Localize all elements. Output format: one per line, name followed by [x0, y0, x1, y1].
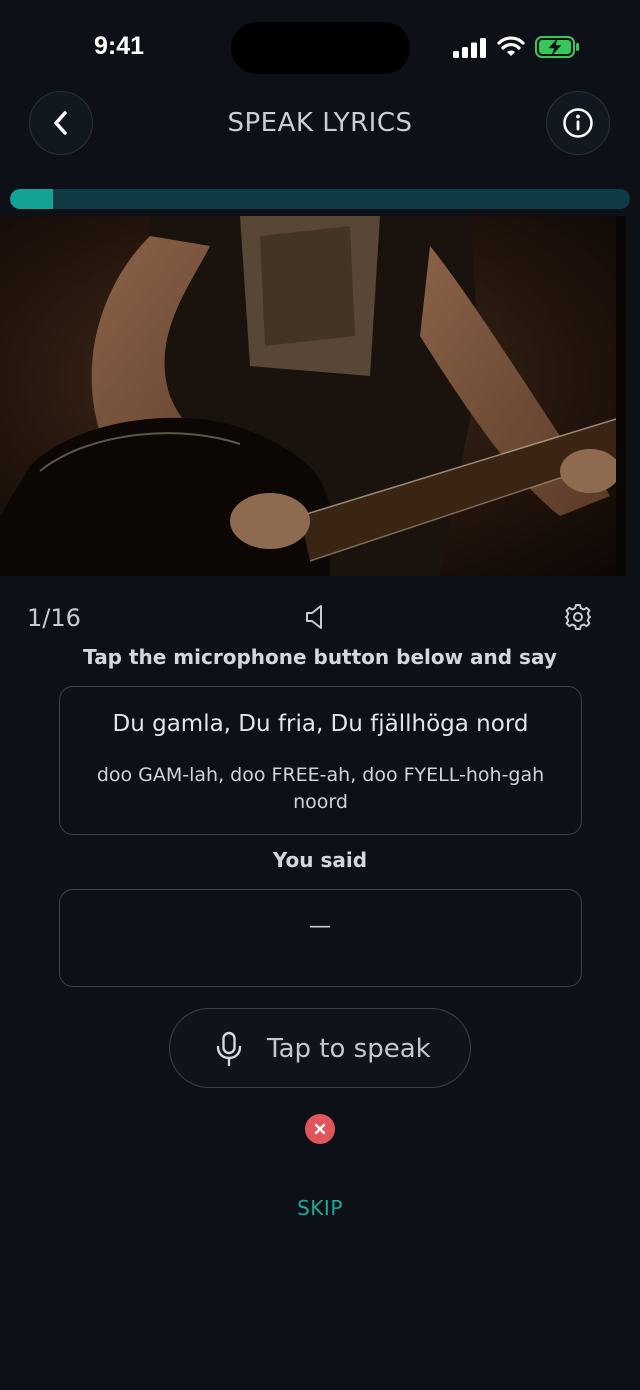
you-said-label: You said: [272, 848, 368, 872]
lyric-card: Du gamla, Du fria, Du fjällhöga nord doo…: [59, 686, 582, 835]
wifi-icon: [497, 36, 525, 56]
instruction-text: Tap the microphone button below and say: [83, 645, 557, 669]
lesson-progress-bar: [10, 189, 630, 209]
info-button[interactable]: [546, 91, 610, 155]
info-icon: [563, 108, 593, 138]
status-time: 9:41: [94, 32, 145, 60]
gear-icon[interactable]: [564, 603, 592, 631]
battery-charging-icon: [535, 36, 579, 58]
lyric-counter: 1/16: [27, 604, 81, 632]
play-icon[interactable]: [290, 574, 360, 576]
dynamic-island: [231, 22, 410, 74]
tap-to-speak-button[interactable]: Tap to speak: [169, 1008, 471, 1088]
pronunciation-guide: doo GAM-lah, doo FREE-ah, doo FYELL-hoh-…: [96, 764, 545, 813]
tap-to-speak-label: Tap to speak: [267, 1034, 431, 1064]
signal-icon: [453, 38, 486, 58]
speaker-icon[interactable]: [303, 603, 331, 631]
video-frame-image: [0, 216, 626, 576]
cancel-button[interactable]: [305, 1114, 335, 1144]
transcription-text: —: [309, 914, 331, 939]
lyric-line: Du gamla, Du fria, Du fjällhöga nord: [112, 711, 529, 737]
video-player[interactable]: [0, 216, 626, 576]
page-title: SPEAK LYRICS: [227, 108, 413, 138]
progress-fill: [10, 189, 54, 209]
microphone-icon: [216, 1031, 242, 1067]
close-icon: [314, 1123, 326, 1135]
skip-button[interactable]: SKIP: [0, 1196, 640, 1220]
